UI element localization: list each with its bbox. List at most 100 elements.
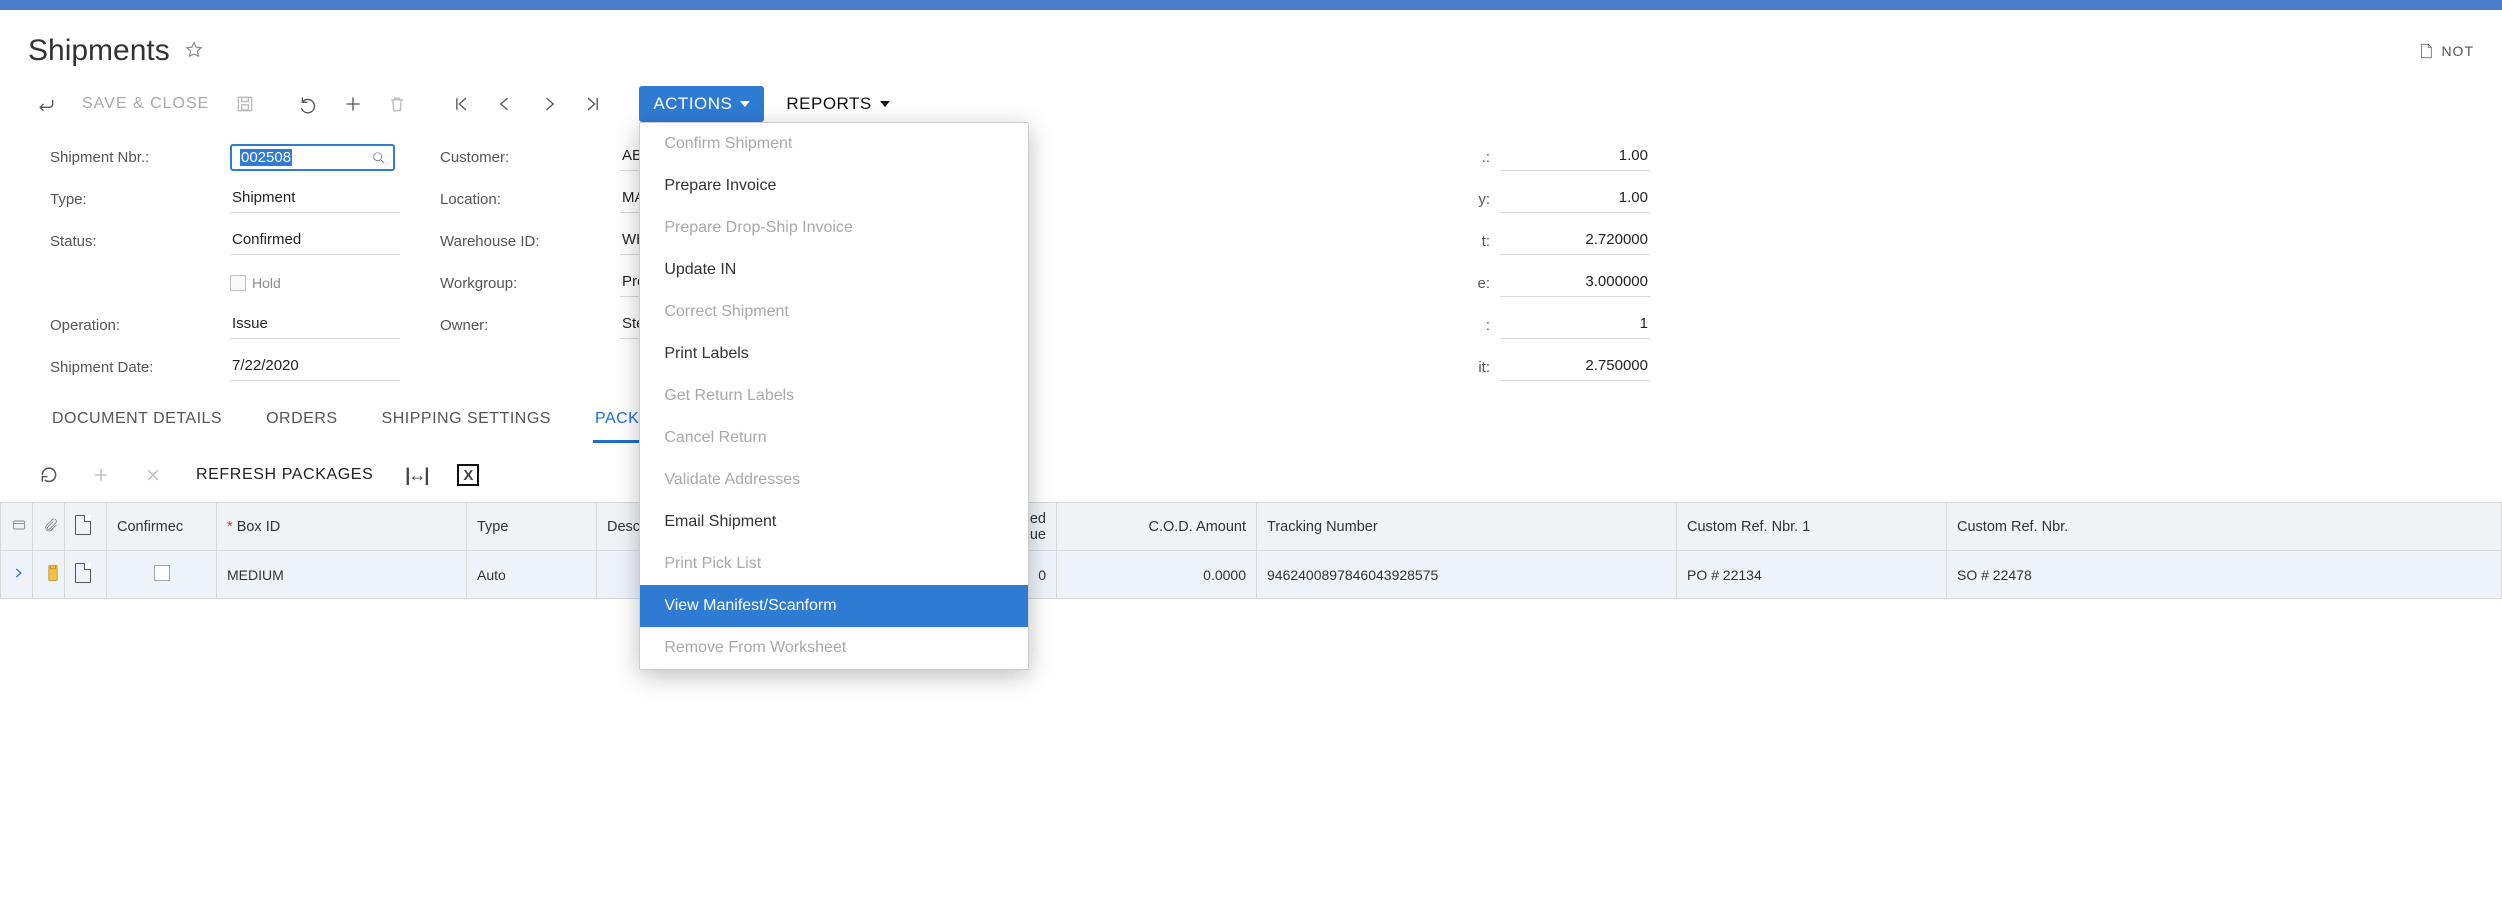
actions-menu-item[interactable]: Update IN [640, 249, 1028, 291]
grid-delete-icon[interactable] [136, 458, 170, 492]
owner-label: Owner: [440, 317, 620, 334]
col-row-handle[interactable] [1, 503, 33, 551]
last-record-icon[interactable] [575, 86, 611, 122]
row-tracking[interactable]: 9462400897846043928575 [1257, 551, 1677, 599]
favorite-star-icon[interactable] [184, 40, 204, 63]
summary-r1-label: .: [1460, 149, 1500, 166]
undo-icon[interactable] [291, 86, 327, 122]
back-icon[interactable] [28, 86, 64, 122]
col-tracking-number[interactable]: Tracking Number [1257, 503, 1677, 551]
warehouse-label: Warehouse ID: [440, 233, 620, 250]
grid-add-icon[interactable] [84, 458, 118, 492]
operation-value: Issue [230, 311, 400, 339]
row-file-icon[interactable] [65, 551, 107, 599]
row-attachment-icon[interactable] [33, 551, 65, 599]
notes-button[interactable]: NOT [2417, 42, 2474, 60]
actions-label: ACTIONS [653, 94, 732, 114]
col-ref1[interactable]: Custom Ref. Nbr. 1 [1677, 503, 1947, 551]
row-type[interactable]: Auto [467, 551, 597, 599]
hold-checkbox[interactable]: Hold [230, 275, 281, 291]
shipment-nbr-label: Shipment Nbr.: [50, 149, 230, 166]
delete-icon[interactable] [379, 86, 415, 122]
type-label: Type: [50, 191, 230, 208]
customer-label: Customer: [440, 149, 620, 166]
col-ref2[interactable]: Custom Ref. Nbr. [1947, 503, 2502, 551]
actions-menu-item[interactable]: Prepare Invoice [640, 165, 1028, 207]
save-icon[interactable] [227, 86, 263, 122]
location-label: Location: [440, 191, 620, 208]
actions-menu-item: Confirm Shipment [640, 123, 1028, 165]
col-confirmed[interactable]: Confirmec [107, 503, 217, 551]
actions-menu-item: Remove From Worksheet [640, 627, 1028, 669]
add-icon[interactable] [335, 86, 371, 122]
shipment-nbr-value: 002508 [240, 149, 292, 166]
actions-menu-item: Validate Addresses [640, 459, 1028, 501]
tab-shipping-settings[interactable]: SHIPPING SETTINGS [380, 400, 553, 443]
row-ref1[interactable]: PO # 22134 [1677, 551, 1947, 599]
status-label: Status: [50, 233, 230, 250]
next-record-icon[interactable] [531, 86, 567, 122]
actions-menu-item[interactable]: View Manifest/Scanform [640, 585, 1028, 627]
page-title: Shipments [28, 34, 170, 68]
actions-menu-item[interactable]: Email Shipment [640, 501, 1028, 543]
col-box-id[interactable]: * Box ID [217, 503, 467, 551]
summary-r2-value: 1.00 [1500, 185, 1650, 213]
main-toolbar: SAVE & CLOSE ACTIONS REPORTS [0, 80, 2502, 140]
col-type[interactable]: Type [467, 503, 597, 551]
fit-columns-icon[interactable]: |↔| [399, 458, 433, 492]
lookup-icon[interactable] [371, 150, 387, 170]
tab-document-details[interactable]: DOCUMENT DETAILS [50, 400, 224, 443]
col-cod-amount[interactable]: C.O.D. Amount [1057, 503, 1257, 551]
summary-r5-label: : [1460, 317, 1500, 334]
summary-r4-value: 3.000000 [1500, 269, 1650, 297]
table-row[interactable]: MEDIUM Auto 0 0.0000 9462400897846043928… [1, 551, 2502, 599]
first-record-icon[interactable] [443, 86, 479, 122]
grid-header-row: Confirmec * Box ID Type Description ed u… [1, 503, 2502, 551]
shipment-date-value: 7/22/2020 [230, 353, 400, 381]
type-value: Shipment [230, 185, 400, 213]
actions-menu-item: Cancel Return [640, 417, 1028, 459]
caret-down-icon [740, 101, 750, 107]
grid-toolbar: REFRESH PACKAGES |↔| X [0, 444, 2502, 502]
row-confirmed-checkbox[interactable] [107, 551, 217, 599]
status-value: Confirmed [230, 227, 400, 255]
summary-r5-value: 1 [1500, 311, 1650, 339]
summary-r3-value: 2.720000 [1500, 227, 1650, 255]
summary-r1-value: 1.00 [1500, 143, 1650, 171]
prev-record-icon[interactable] [487, 86, 523, 122]
col-attachment[interactable] [33, 503, 65, 551]
form-area: Shipment Nbr.: 002508 Type:Shipment Stat… [0, 140, 2502, 396]
hold-label: Hold [252, 275, 281, 291]
summary-r6-label: it: [1460, 359, 1500, 376]
row-cod[interactable]: 0.0000 [1057, 551, 1257, 599]
refresh-packages-button[interactable]: REFRESH PACKAGES [188, 466, 381, 484]
actions-menu-item: Correct Shipment [640, 291, 1028, 333]
top-accent-bar [0, 0, 2502, 10]
row-ref2[interactable]: SO # 22478 [1947, 551, 2502, 599]
notes-label: NOT [2441, 43, 2474, 59]
shipment-nbr-input[interactable]: 002508 [230, 144, 395, 171]
shipment-date-label: Shipment Date: [50, 359, 230, 376]
actions-menu-item: Get Return Labels [640, 375, 1028, 417]
reports-dropdown-button[interactable]: REPORTS [772, 86, 903, 122]
row-box-id[interactable]: MEDIUM [217, 551, 467, 599]
actions-menu-item: Prepare Drop-Ship Invoice [640, 207, 1028, 249]
detail-tabs: DOCUMENT DETAILS ORDERS SHIPPING SETTING… [0, 396, 2502, 444]
operation-label: Operation: [50, 317, 230, 334]
refresh-icon[interactable] [32, 458, 66, 492]
actions-dropdown-menu: Confirm ShipmentPrepare InvoicePrepare D… [639, 122, 1029, 670]
summary-r4-label: e: [1460, 275, 1500, 292]
col-file[interactable] [65, 503, 107, 551]
reports-label: REPORTS [786, 94, 871, 114]
page-header: Shipments NOT [0, 10, 2502, 80]
actions-dropdown-button[interactable]: ACTIONS [639, 86, 764, 122]
actions-menu-item: Print Pick List [640, 543, 1028, 585]
workgroup-label: Workgroup: [440, 275, 620, 292]
summary-r6-value: 2.750000 [1500, 353, 1650, 381]
export-excel-icon[interactable]: X [451, 458, 485, 492]
actions-menu-item[interactable]: Print Labels [640, 333, 1028, 375]
row-selector[interactable] [1, 551, 33, 599]
summary-r3-label: t: [1460, 233, 1500, 250]
tab-orders[interactable]: ORDERS [264, 400, 339, 443]
save-close-button[interactable]: SAVE & CLOSE [72, 86, 219, 122]
